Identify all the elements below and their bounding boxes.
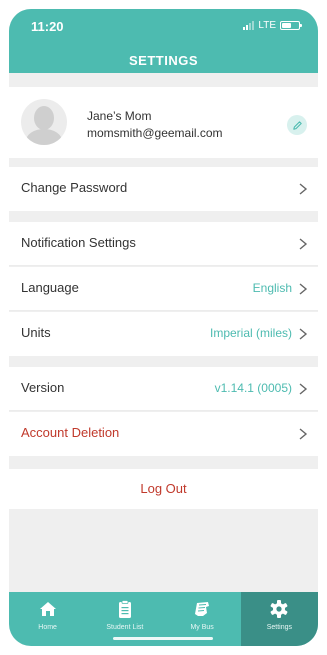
account-deletion-label: Account Deletion xyxy=(21,425,120,440)
status-indicators: LTE xyxy=(243,20,302,31)
account-deletion-row[interactable]: Account Deletion xyxy=(9,412,318,456)
chevron-right-icon xyxy=(299,383,308,395)
tab-label: Student List xyxy=(106,624,144,631)
units-label: Units xyxy=(21,325,51,340)
profile-card: Jane’s Mom momsmith@geemail.com xyxy=(9,87,318,158)
pencil-icon xyxy=(292,120,302,130)
chevron-right-icon xyxy=(299,428,308,440)
bus-icon xyxy=(195,602,210,616)
tab-home[interactable]: Home xyxy=(9,592,86,646)
change-password-row[interactable]: Change Password xyxy=(9,167,318,211)
version-value: v1.14.1 (0005) xyxy=(214,381,292,395)
language-value: English xyxy=(252,281,292,295)
home-icon xyxy=(39,602,56,616)
tab-settings[interactable]: Settings xyxy=(240,592,318,646)
home-indicator xyxy=(113,637,213,640)
units-row[interactable]: Units Imperial (miles) xyxy=(9,312,318,356)
logout-label: Log Out xyxy=(140,481,187,496)
tab-label: Settings xyxy=(266,624,293,631)
signal-icon xyxy=(243,21,255,30)
profile-email: momsmith@geemail.com xyxy=(87,126,223,140)
network-label: LTE xyxy=(258,20,276,31)
page-title: SETTINGS xyxy=(128,53,198,68)
chevron-right-icon xyxy=(299,328,308,340)
gear-icon xyxy=(270,600,288,618)
language-row[interactable]: Language English xyxy=(9,267,318,311)
notification-settings-label: Notification Settings xyxy=(21,235,136,250)
tab-label: Home xyxy=(38,624,57,631)
chevron-right-icon xyxy=(299,283,308,295)
battery-icon xyxy=(280,21,302,30)
avatar xyxy=(21,99,67,145)
version-row[interactable]: Version v1.14.1 (0005) xyxy=(9,367,318,411)
notification-settings-row[interactable]: Notification Settings xyxy=(9,222,318,266)
status-time: 11:20 xyxy=(31,19,64,34)
logout-button[interactable]: Log Out xyxy=(9,469,318,509)
tab-label: My Bus xyxy=(190,624,214,631)
language-label: Language xyxy=(21,280,79,295)
edit-profile-button[interactable] xyxy=(287,115,307,135)
units-value: Imperial (miles) xyxy=(209,326,292,340)
version-label: Version xyxy=(21,380,65,395)
change-password-label: Change Password xyxy=(21,180,128,195)
chevron-right-icon xyxy=(299,238,308,250)
chevron-right-icon xyxy=(299,183,308,195)
phone-screen: 11:20 LTE SETTINGS Jane’s Mom momsmith@g… xyxy=(9,9,318,646)
clipboard-icon xyxy=(118,600,131,618)
header-bar: 11:20 LTE SETTINGS xyxy=(9,9,318,73)
profile-name: Jane’s Mom xyxy=(87,109,152,123)
